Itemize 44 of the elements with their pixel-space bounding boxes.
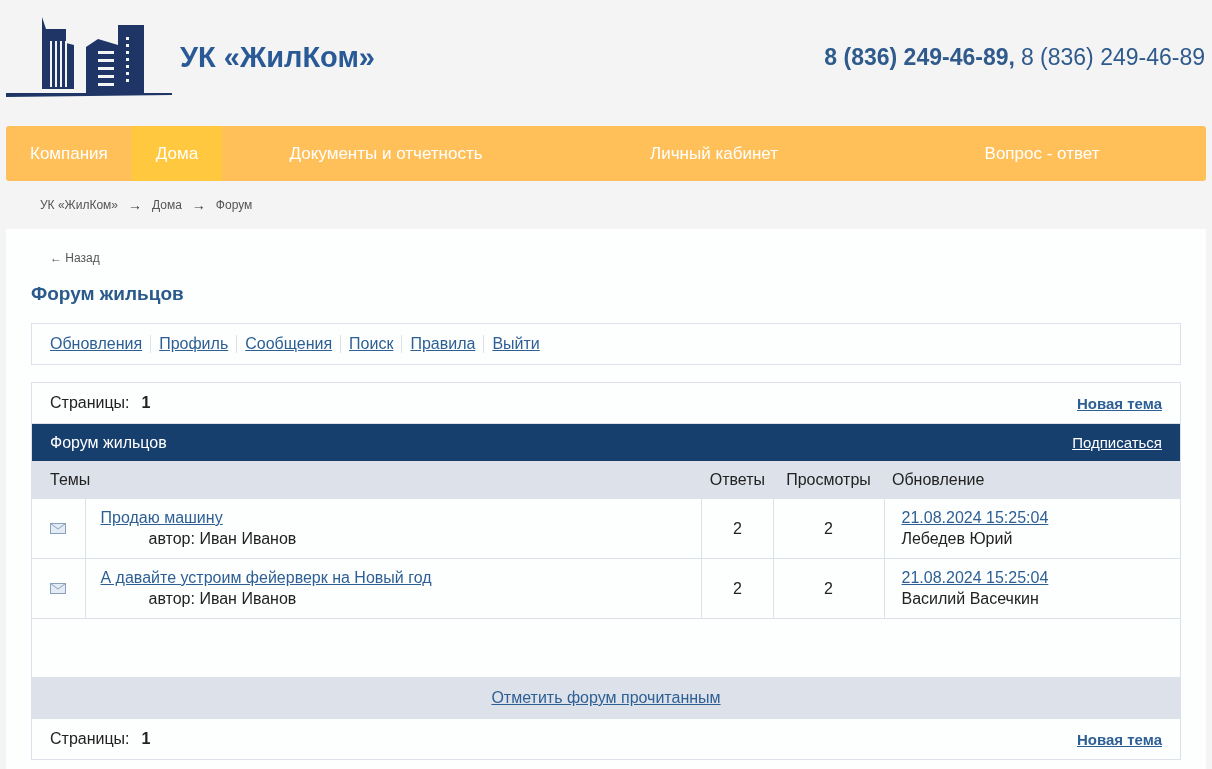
views-cell: 2 [773,558,884,619]
replies-cell: 2 [701,558,773,619]
topic-author: автор: Иван Иванов [148,590,298,608]
topic-link[interactable]: Продаю машину [100,509,701,527]
menu-link[interactable]: Профиль [150,335,237,353]
forum-title: Форум жильцов [50,433,167,452]
column-header: Ответы [701,461,773,499]
subscribe-link[interactable]: Подписаться [1072,434,1162,451]
pages-label: Страницы: [50,394,130,411]
column-header: Просмотры [773,461,884,499]
column-header: Обновление [884,461,1180,499]
breadcrumb-link[interactable]: Форум [215,198,253,212]
envelope-icon [50,582,67,594]
page-number: 1 [141,394,151,411]
menu-link[interactable]: Поиск [340,335,402,353]
breadcrumb-link[interactable]: УК «ЖилКом» [40,198,118,212]
column-header: Темы [32,461,702,499]
page-title: Форум жильцов [31,283,185,305]
phone-number: 8 (836) 249-46-89, [824,43,1015,71]
back-link[interactable]: ← Назад [50,251,1181,265]
last-post-date-link[interactable]: 21.08.2024 15:25:04 [901,569,1179,587]
last-post-author: Василий Васечкин [901,590,1040,608]
pages-label: Страницы: [50,730,130,747]
last-post-author: Лебедев Юрий [901,530,1014,548]
replies-cell: 2 [701,498,773,559]
menu-link[interactable]: Сообщения [236,335,341,353]
mark-read-link[interactable]: Отметить форум прочитанным [491,689,721,707]
topic-link[interactable]: А давайте устроим фейерверк на Новый год [100,569,701,587]
last-post-date-link[interactable]: 21.08.2024 15:25:04 [901,509,1179,527]
new-topic-link[interactable]: Новая тема [1077,730,1162,748]
breadcrumb-link[interactable]: Дома [152,198,182,212]
phone-number: 8 (836) 249-46-89 [1020,43,1205,71]
arrow-icon: → [191,197,206,213]
menu-link[interactable]: Правила [401,335,484,353]
logo-text: УК «ЖилКом» [180,40,375,74]
buildings-logo-icon [6,17,172,97]
envelope-icon [50,522,67,534]
arrow-icon: → [128,197,142,213]
new-topic-link[interactable]: Новая тема [1077,394,1162,412]
menu-link[interactable]: Выйти [483,335,548,353]
views-cell: 2 [773,498,884,559]
page-number: 1 [141,730,151,747]
menu-link[interactable]: Обновления [50,335,151,353]
topic-author: автор: Иван Иванов [148,530,298,548]
